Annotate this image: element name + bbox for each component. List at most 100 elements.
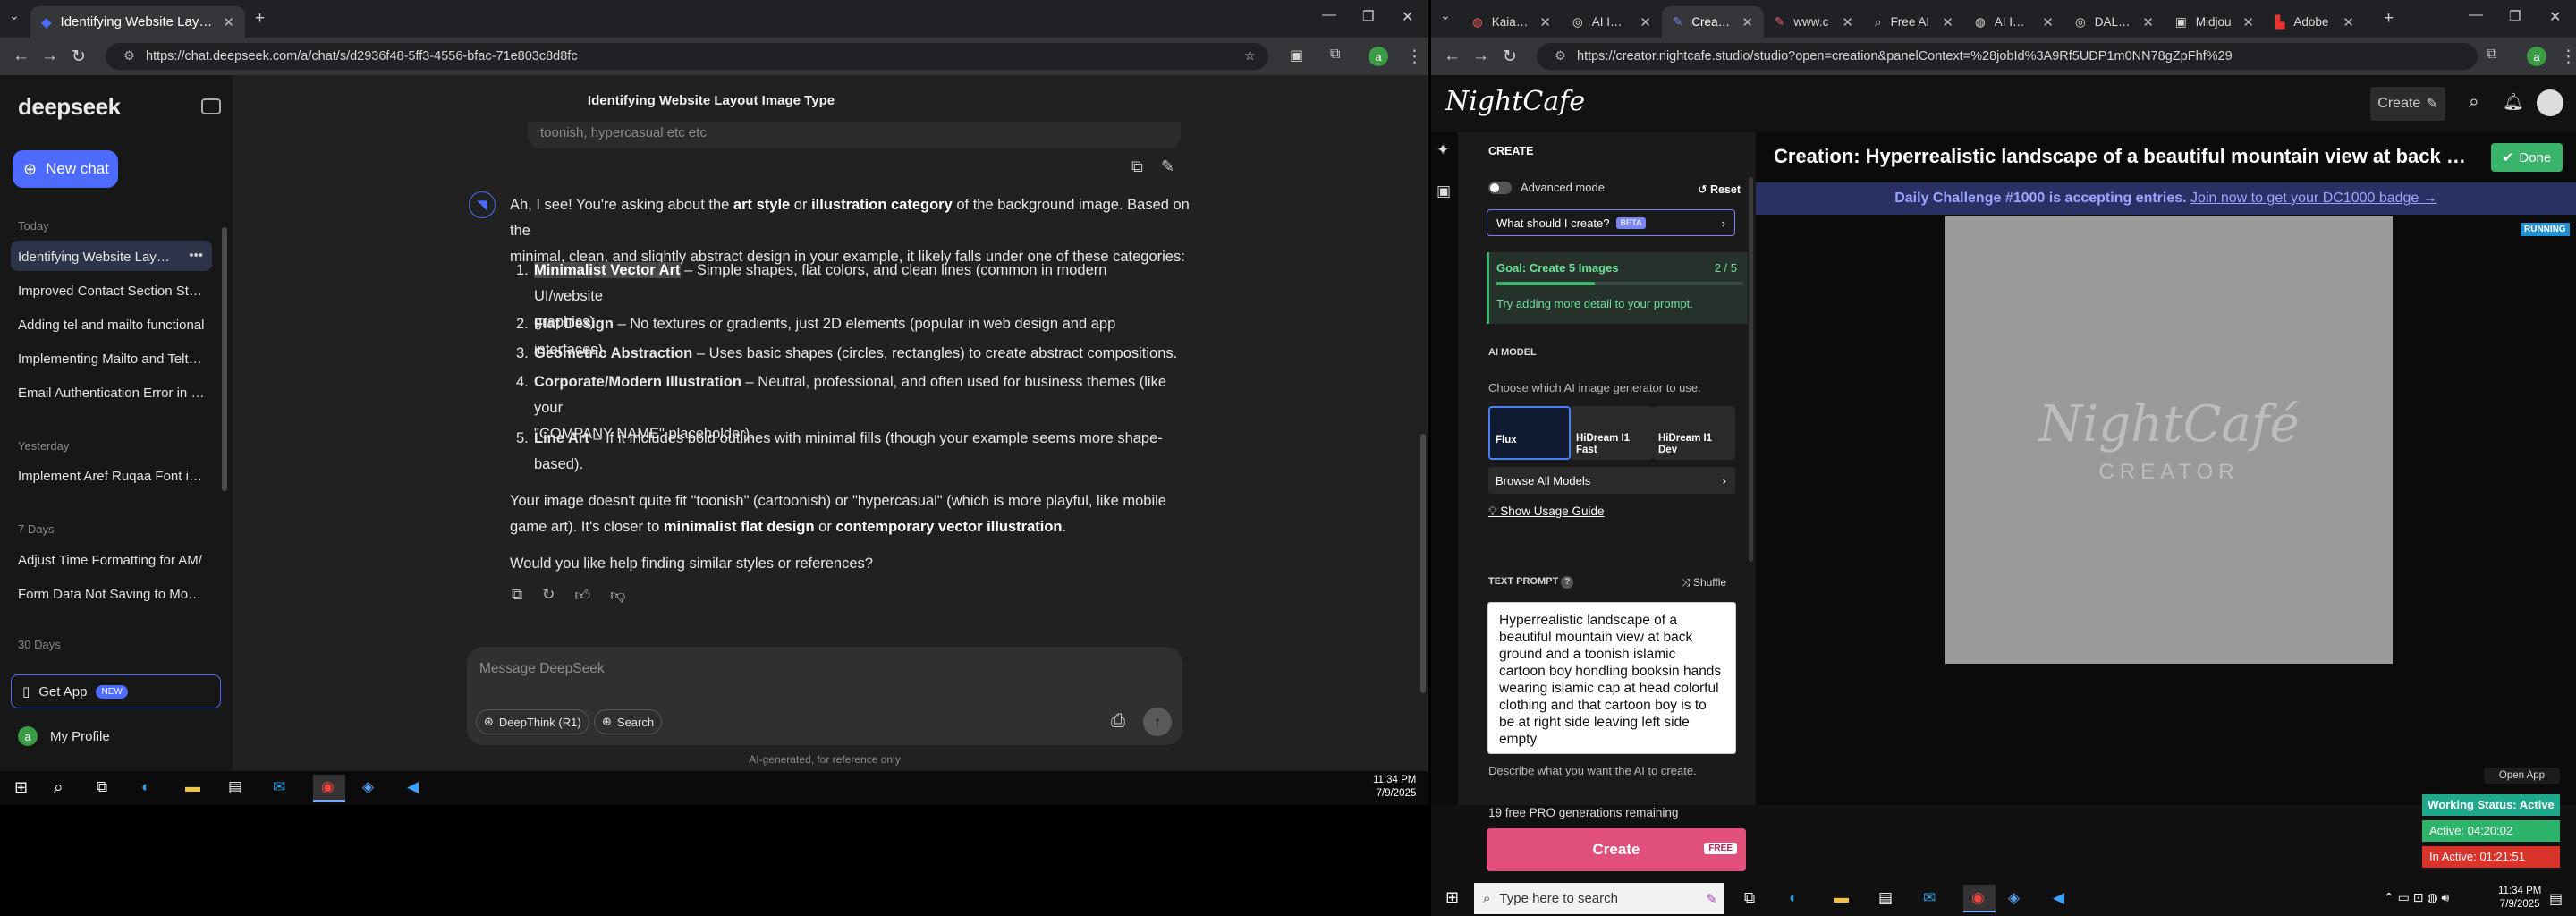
menu-icon[interactable]: ⋮ [2560,47,2576,67]
create-main-button[interactable]: Create FREE [1487,828,1746,871]
gallery-icon[interactable]: ▣ [1436,182,1451,200]
prompt-textarea[interactable]: Hyperrealistic landscape of a beautiful … [1487,602,1736,754]
close-tab-icon[interactable]: ✕ [2343,14,2354,30]
mail-icon[interactable]: ✉ [273,778,285,796]
regenerate-icon[interactable]: ↻ [542,586,555,605]
close-tab-icon[interactable]: ✕ [1539,14,1551,30]
site-info-icon[interactable]: ⚙ [1555,49,1566,64]
restore-icon[interactable]: ❐ [2509,8,2521,24]
back-icon[interactable]: ← [13,47,30,66]
close-tab-icon[interactable]: ✕ [2242,14,2254,30]
close-tab-icon[interactable]: ✕ [2142,14,2154,30]
message-input[interactable]: Message DeepSeek [479,661,605,677]
new-tab-icon[interactable]: + [2384,9,2394,29]
create-button[interactable]: Create ✎ [2370,87,2445,121]
app-icon[interactable]: ◈ [2008,889,2020,907]
nightcafe-logo[interactable]: NightCafe [1445,86,1585,117]
chat-item[interactable]: Email Authentication Error in No [11,377,212,407]
usage-guide-link[interactable]: 💡︎ Show Usage Guide [1488,505,1605,519]
reload-icon[interactable]: ↻ [1503,47,1517,67]
profile-avatar[interactable]: a [1368,47,1388,66]
file-explorer-icon[interactable]: ▬ [185,778,200,796]
chat-scrollbar[interactable] [1420,434,1426,693]
tab-item[interactable]: ◎ AI Imag ✕ [1562,6,1662,38]
chat-item[interactable]: Improved Contact Section Styling [11,275,212,305]
menu-icon[interactable]: ⋮ [1406,47,1423,67]
store-icon[interactable]: ▤ [1878,889,1893,907]
model-flux[interactable]: Flux [1488,406,1571,460]
sidebar-scrollbar[interactable] [222,227,227,491]
chat-item[interactable]: Implementing Mailto and Telto F [11,343,212,373]
close-window-icon[interactable]: ✕ [1402,8,1413,26]
url-field[interactable]: ⚙ https://creator.nightcafe.studio/studi… [1537,43,2478,70]
edit-icon[interactable]: ✎ [1161,157,1174,176]
tab-item[interactable]: ✎ www.c ✕ [1764,6,1864,38]
close-window-icon[interactable]: ✕ [2549,8,2561,26]
extensions-puzzle-icon[interactable]: ⧉ [1330,47,1340,63]
back-icon[interactable]: ← [1444,47,1461,66]
clock[interactable]: 11:34 PM 7/9/2025 [2498,885,2541,912]
close-tab-icon[interactable]: ✕ [1842,14,1853,30]
app-icon[interactable]: ◈ [362,778,374,796]
forward-icon[interactable]: → [1472,47,1489,66]
tab-active[interactable]: ✎ Creation ✕ [1662,6,1764,38]
clock[interactable]: 11:34 PM 7/9/2025 [1373,774,1416,801]
store-icon[interactable]: ▤ [228,778,242,796]
chat-options-icon[interactable]: ••• [189,248,203,263]
new-chat-button[interactable]: ⊕ New chat [13,150,118,188]
bookmark-star-icon[interactable]: ☆ [1244,49,1256,64]
chat-item[interactable]: Form Data Not Saving to Mongo [11,578,212,608]
send-button[interactable]: ↑ [1143,708,1172,736]
browse-all-models-button[interactable]: Browse All Models › [1488,467,1735,494]
minimize-icon[interactable]: — [2469,7,2483,23]
notifications-bell-icon[interactable]: 🔔︎ [2503,91,2524,113]
collapse-sidebar-icon[interactable] [201,98,221,114]
tab-item[interactable]: ▙ Adobe ✕ [2265,6,2365,38]
notification-center-icon[interactable]: ▤ [2549,890,2563,908]
chat-item-active[interactable]: Identifying Website Layout ••• [11,241,212,271]
tab-item[interactable]: ◍Kaiaams✕ [1462,6,1562,38]
vscode-icon[interactable]: ◀ [407,778,419,796]
taskbar-search-box[interactable]: ⌕ Type here to search ✎ [1474,883,1724,914]
system-tray-icons[interactable]: ⌃ ▭ ⊡ ◍ 🔊︎ [2384,890,2449,905]
profile-row[interactable]: a My Profile [18,726,110,746]
tab-item[interactable]: ◎ DALL-E ✕ [2064,6,2165,38]
minimize-icon[interactable]: — [1322,7,1336,23]
windows-start-icon[interactable]: ⊞ [14,778,28,797]
close-tab-icon[interactable]: ✕ [2042,14,2054,30]
creation-image-placeholder[interactable]: NightCafé CREATOR [1945,216,2393,664]
close-tab-icon[interactable]: ✕ [1942,14,1953,30]
done-button[interactable]: ✔ Done [2491,143,2563,172]
tab-list-icon[interactable]: ⌄ [1440,8,1451,23]
thumbs-up-icon[interactable]: 👍︎ [574,586,590,605]
reset-button[interactable]: ↺ Reset [1698,182,1741,196]
edge-icon[interactable]: ◐ [1789,889,1798,907]
chrome-taskbar-button[interactable]: ◉ [1963,885,1996,912]
close-tab-icon[interactable]: ✕ [223,14,234,30]
what-should-i-create-button[interactable]: What should I create? BETA › [1487,209,1735,236]
deepthink-toggle[interactable]: ⊛ DeepThink (R1) [476,709,589,734]
close-tab-icon[interactable]: ✕ [1640,14,1651,30]
model-hidream-fast[interactable]: HiDream I1 Fast [1571,406,1653,460]
mail-icon[interactable]: ✉ [1923,889,1936,907]
windows-start-icon[interactable]: ⊞ [1445,888,1459,907]
chat-item[interactable]: Adjust Time Formatting for AM/ [11,544,212,574]
tab-item[interactable]: ⌕ Free AI ✕ [1864,6,1964,38]
advanced-mode-toggle[interactable] [1488,182,1512,194]
site-info-icon[interactable]: ⚙ [123,49,135,64]
extension-icon[interactable]: ⧉ [2487,47,2496,63]
vscode-icon[interactable]: ◀ [2053,889,2064,907]
open-app-button[interactable]: Open App [2484,768,2560,784]
chat-item[interactable]: Implement Aref Ruqaa Font in R [11,460,212,490]
url-field[interactable]: ⚙ https://chat.deepseek.com/a/chat/s/d29… [106,43,1268,70]
profile-avatar[interactable]: a [2527,47,2546,66]
search-toggle[interactable]: ⊕ Search [594,709,663,734]
chat-icon[interactable]: ✦ [1436,141,1449,159]
edge-icon[interactable]: ◐ [141,778,150,796]
shuffle-button[interactable]: ⤨ Shuffle [1682,576,1726,589]
thumbs-down-icon[interactable]: 👎︎ [610,586,625,605]
chat-item[interactable]: Adding tel and mailto functional [11,309,212,339]
model-hidream-dev[interactable]: HiDream I1 Dev [1653,406,1735,460]
search-icon[interactable]: ⌕ [2469,91,2479,113]
tab-item[interactable]: ▣ Midjou ✕ [2165,6,2265,38]
